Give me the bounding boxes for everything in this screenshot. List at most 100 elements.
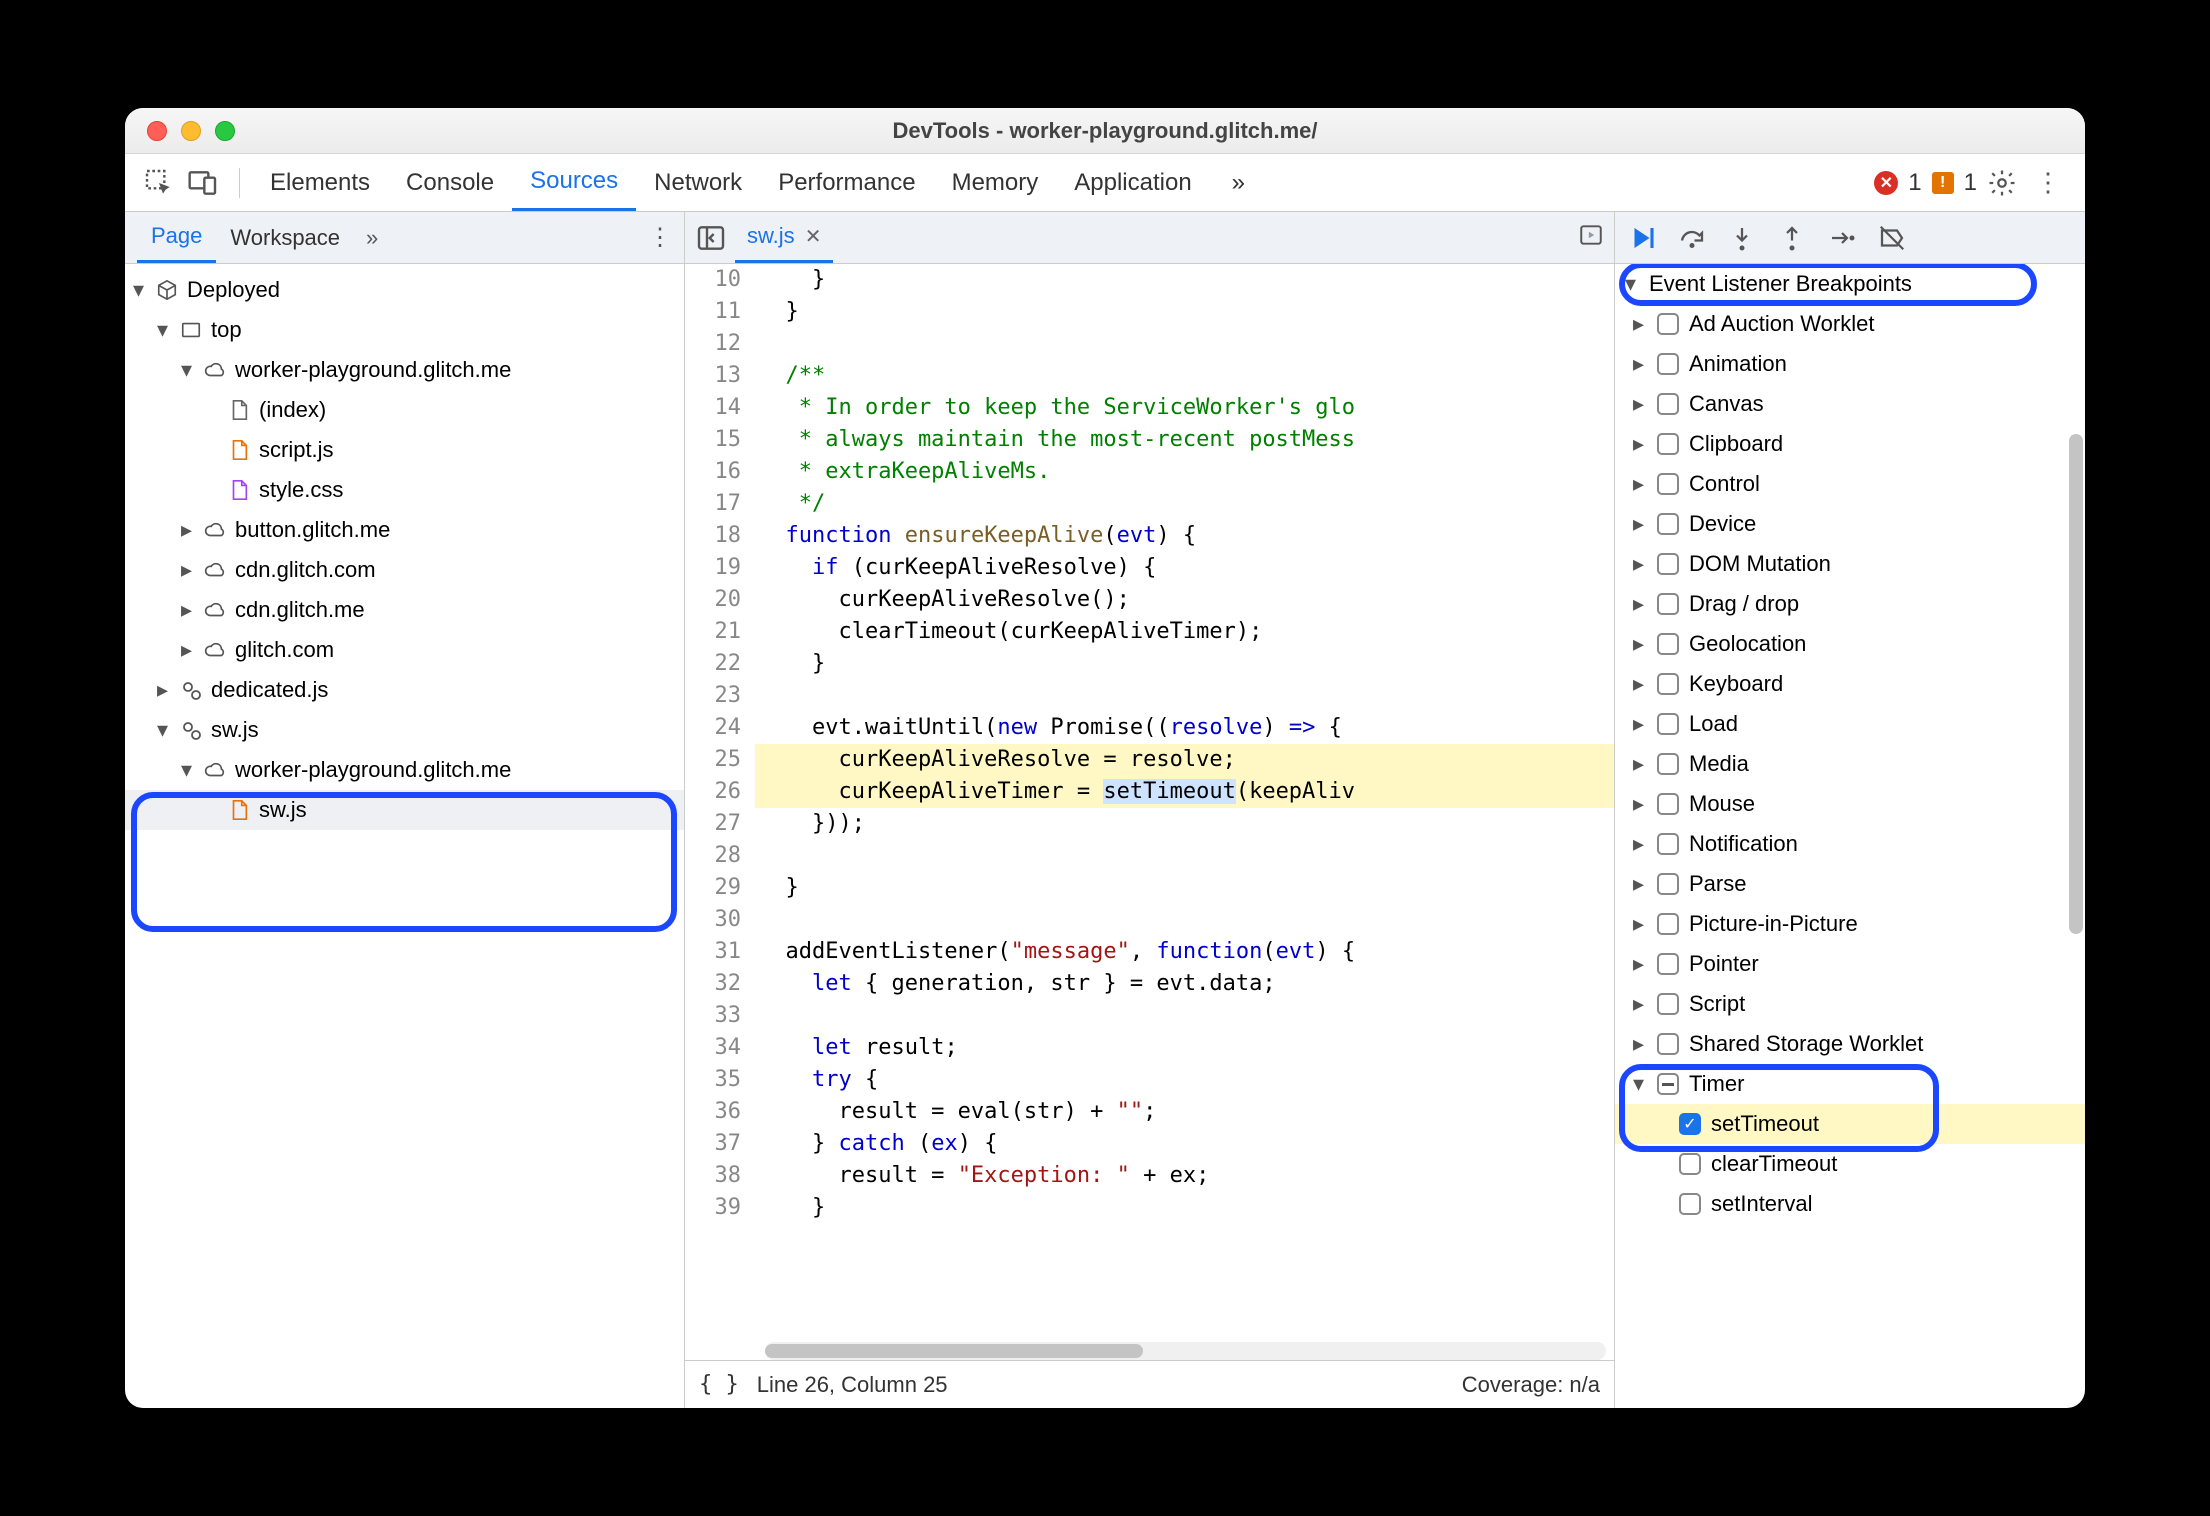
bp-category[interactable]: Clipboard: [1615, 424, 2085, 464]
checkbox[interactable]: [1657, 313, 1679, 335]
tab-console[interactable]: Console: [388, 154, 512, 211]
step-icon[interactable]: [1827, 223, 1857, 253]
cloud-icon: [203, 758, 227, 782]
cursor-position: Line 26, Column 25: [757, 1372, 948, 1398]
bp-item-setinterval[interactable]: setInterval: [1615, 1184, 2085, 1224]
tree-origin[interactable]: button.glitch.me: [125, 510, 684, 550]
warning-badge[interactable]: !: [1932, 172, 1954, 194]
step-out-icon[interactable]: [1777, 223, 1807, 253]
tab-network[interactable]: Network: [636, 154, 760, 211]
code-editor[interactable]: 10 }11 }1213 /**14 * In order to keep th…: [685, 264, 1614, 1338]
tab-elements[interactable]: Elements: [252, 154, 388, 211]
bp-category[interactable]: Device: [1615, 504, 2085, 544]
checkbox[interactable]: [1657, 993, 1679, 1015]
tree-file-scriptjs[interactable]: script.js: [125, 430, 684, 470]
tree-dedicatedjs[interactable]: dedicated.js: [125, 670, 684, 710]
tree-sw-worker[interactable]: sw.js: [125, 710, 684, 750]
inspect-icon[interactable]: [143, 167, 175, 199]
checkbox[interactable]: [1657, 793, 1679, 815]
main-toolbar: ElementsConsoleSourcesNetworkPerformance…: [125, 154, 2085, 212]
file-icon: [227, 478, 251, 502]
vertical-scrollbar[interactable]: [2069, 434, 2083, 934]
checkbox[interactable]: [1657, 353, 1679, 375]
bp-category[interactable]: Drag / drop: [1615, 584, 2085, 624]
checkbox[interactable]: [1657, 593, 1679, 615]
checkbox[interactable]: [1657, 673, 1679, 695]
bp-category[interactable]: Load: [1615, 704, 2085, 744]
checkbox-checked[interactable]: ✓: [1679, 1113, 1701, 1135]
tree-file-stylecss[interactable]: style.css: [125, 470, 684, 510]
checkbox[interactable]: [1657, 553, 1679, 575]
checkbox[interactable]: [1657, 953, 1679, 975]
bp-category[interactable]: Mouse: [1615, 784, 2085, 824]
tree-origin[interactable]: glitch.com: [125, 630, 684, 670]
tree-top[interactable]: top: [125, 310, 684, 350]
bp-category[interactable]: Geolocation: [1615, 624, 2085, 664]
checkbox[interactable]: [1657, 393, 1679, 415]
checkbox[interactable]: [1657, 873, 1679, 895]
checkbox[interactable]: [1657, 513, 1679, 535]
bp-category-timer[interactable]: Timer: [1615, 1064, 2085, 1104]
toggle-navigator-icon[interactable]: [695, 222, 727, 254]
tree-origin-main[interactable]: worker-playground.glitch.me: [125, 350, 684, 390]
device-mode-icon[interactable]: [187, 167, 219, 199]
run-snippet-icon[interactable]: [1578, 222, 1604, 254]
bp-category[interactable]: Notification: [1615, 824, 2085, 864]
checkbox[interactable]: [1657, 1033, 1679, 1055]
checkbox[interactable]: [1657, 833, 1679, 855]
event-listener-breakpoints-header[interactable]: Event Listener Breakpoints: [1615, 264, 2085, 304]
kebab-menu-icon[interactable]: ⋮: [2027, 167, 2069, 198]
bp-category[interactable]: Script: [1615, 984, 2085, 1024]
navigator-more[interactable]: »: [366, 225, 378, 251]
navigator-tab-page[interactable]: Page: [137, 212, 216, 263]
tree-origin[interactable]: cdn.glitch.com: [125, 550, 684, 590]
pretty-print-icon[interactable]: { }: [699, 1372, 739, 1397]
navigator-menu-icon[interactable]: ⋮: [648, 223, 672, 252]
resume-icon[interactable]: [1627, 223, 1657, 253]
bp-category[interactable]: Canvas: [1615, 384, 2085, 424]
bp-category[interactable]: DOM Mutation: [1615, 544, 2085, 584]
bp-category[interactable]: Ad Auction Worklet: [1615, 304, 2085, 344]
main-area: Deployed top worker-playground.glitch.me…: [125, 264, 2085, 1408]
bp-category[interactable]: Media: [1615, 744, 2085, 784]
checkbox[interactable]: [1657, 913, 1679, 935]
tab-sources[interactable]: Sources: [512, 154, 636, 211]
step-over-icon[interactable]: [1677, 223, 1707, 253]
tab-performance[interactable]: Performance: [760, 154, 933, 211]
checkbox[interactable]: [1657, 633, 1679, 655]
deactivate-breakpoints-icon[interactable]: [1877, 223, 1907, 253]
bp-category[interactable]: Shared Storage Worklet: [1615, 1024, 2085, 1064]
more-tabs[interactable]: »: [1214, 154, 1263, 211]
tree-file-swjs[interactable]: sw.js: [125, 790, 684, 830]
bp-category[interactable]: Parse: [1615, 864, 2085, 904]
bp-category[interactable]: Animation: [1615, 344, 2085, 384]
bp-category[interactable]: Control: [1615, 464, 2085, 504]
debugger-controls: [1615, 212, 2085, 263]
checkbox[interactable]: [1657, 753, 1679, 775]
close-tab-icon[interactable]: ✕: [805, 224, 822, 249]
settings-icon[interactable]: [1987, 168, 2017, 198]
checkbox[interactable]: [1679, 1153, 1701, 1175]
checkbox-mixed[interactable]: [1657, 1073, 1679, 1095]
checkbox[interactable]: [1657, 713, 1679, 735]
error-badge[interactable]: ✕: [1874, 171, 1898, 195]
tab-application[interactable]: Application: [1056, 154, 1209, 211]
tree-origin[interactable]: cdn.glitch.me: [125, 590, 684, 630]
bp-item-settimeout[interactable]: ✓ setTimeout: [1615, 1104, 2085, 1144]
tree-file-index[interactable]: (index): [125, 390, 684, 430]
tab-memory[interactable]: Memory: [934, 154, 1057, 211]
titlebar: DevTools - worker-playground.glitch.me/: [125, 108, 2085, 154]
tree-sw-origin[interactable]: worker-playground.glitch.me: [125, 750, 684, 790]
bp-category[interactable]: Keyboard: [1615, 664, 2085, 704]
navigator-tab-workspace[interactable]: Workspace: [216, 212, 354, 263]
tree-deployed[interactable]: Deployed: [125, 270, 684, 310]
step-into-icon[interactable]: [1727, 223, 1757, 253]
editor-tab-swjs[interactable]: sw.js ✕: [735, 212, 833, 263]
bp-category[interactable]: Picture-in-Picture: [1615, 904, 2085, 944]
bp-item-cleartimeout[interactable]: clearTimeout: [1615, 1144, 2085, 1184]
checkbox[interactable]: [1657, 473, 1679, 495]
horizontal-scrollbar[interactable]: [765, 1342, 1606, 1360]
checkbox[interactable]: [1657, 433, 1679, 455]
checkbox[interactable]: [1679, 1193, 1701, 1215]
bp-category[interactable]: Pointer: [1615, 944, 2085, 984]
